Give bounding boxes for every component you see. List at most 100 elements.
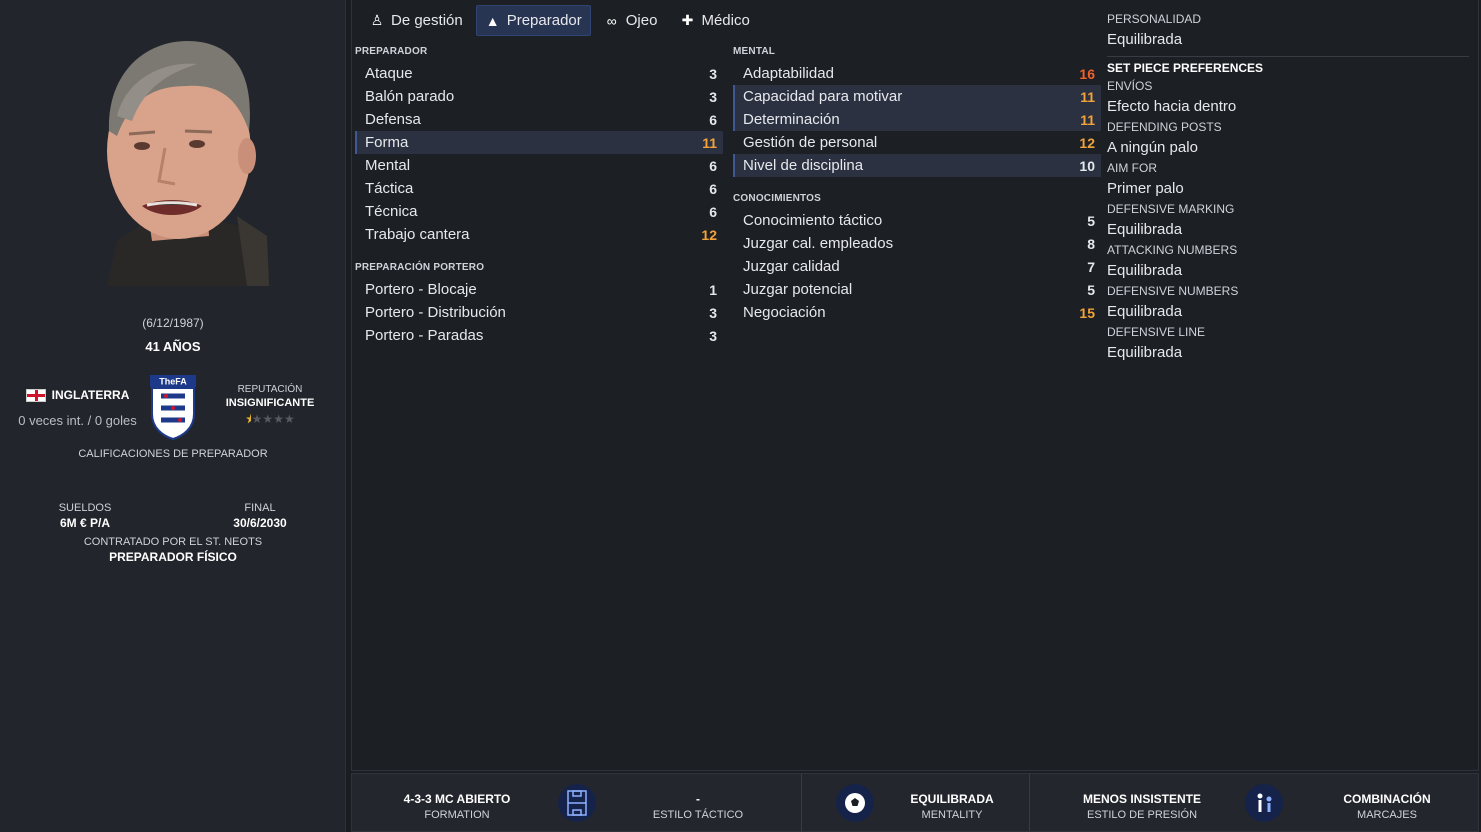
contract-club[interactable]: CONTRATADO POR EL ST. NEOTS — [0, 536, 346, 548]
attribute-row[interactable]: Ataque 3 — [355, 62, 723, 85]
star-icon: ★ — [262, 412, 274, 426]
set-piece-value[interactable]: Efecto hacia dentro — [1107, 95, 1469, 118]
wage: SUELDOS 6M € P/A — [35, 502, 135, 530]
attribute-row[interactable]: Mental 6 — [355, 154, 723, 177]
attribute-row[interactable]: Determinación 11 — [733, 108, 1101, 131]
pitch-icon — [558, 784, 596, 822]
medical-kit-icon: ✚ — [681, 12, 694, 28]
binoculars-icon: ∞ — [606, 12, 617, 29]
england-flag-icon — [25, 388, 46, 402]
attribute-label: Trabajo cantera — [365, 226, 470, 243]
attribute-row[interactable]: Técnica 6 — [355, 200, 723, 223]
pressing-style-label: ESTILO DE PRESIÓN — [1086, 809, 1198, 821]
star-icon: ★ — [251, 412, 263, 426]
svg-text:TheFA: TheFA — [159, 377, 187, 387]
attribute-value: 3 — [709, 65, 717, 82]
pressing-style[interactable]: MENOS INSISTENTE ESTILO DE PRESIÓN — [1062, 792, 1222, 832]
marking-icon — [1245, 784, 1283, 822]
attribute-label: Capacidad para motivar — [743, 88, 903, 105]
attribute-value: 5 — [1087, 281, 1095, 298]
nation-name: INGLATERRA — [51, 388, 130, 402]
mentality[interactable]: EQUILIBRADA MENTALITY — [882, 792, 1022, 832]
attribute-value: 6 — [709, 157, 717, 174]
attributes-panel: ♙ De gestión ▲ Preparador ∞ Ojeo ✚ Médic… — [351, 0, 1479, 771]
set-piece-label: ATTACKING NUMBERS — [1107, 243, 1238, 257]
attribute-label: Técnica — [365, 203, 418, 220]
ratings-label[interactable]: CALIFICACIONES DE PREPARADOR — [0, 448, 346, 460]
gk-coaching-heading: PREPARACIÓN PORTERO — [355, 262, 485, 273]
attribute-row[interactable]: Nivel de disciplina 10 — [733, 154, 1101, 177]
attribute-row[interactable]: Forma 11 — [355, 131, 723, 154]
attribute-value: 11 — [1080, 88, 1095, 105]
attribute-label: Mental — [365, 157, 411, 174]
marking[interactable]: COMBINACIÓN MARCAJES — [1312, 792, 1462, 832]
attribute-value: 6 — [709, 180, 717, 197]
set-piece-value[interactable]: Equilibrada — [1107, 300, 1469, 323]
attribute-value: 11 — [702, 134, 717, 151]
knowledge-heading: CONOCIMIENTOS — [733, 193, 821, 204]
profile-panel: (6/12/1987) 41 AÑOS INGLATERRA 0 veces i… — [0, 0, 346, 832]
coaching-attributes: Ataque 3 Balón parado 3 Defensa 6 Forma 11 Menta… — [355, 62, 723, 246]
reputation-value: INSIGNIFICANTE — [225, 397, 315, 409]
attribute-row[interactable]: Juzgar calidad 7 — [733, 255, 1101, 278]
attribute-row[interactable]: Juzgar cal. empleados 8 — [733, 232, 1101, 255]
attribute-label: Gestión de personal — [743, 134, 878, 151]
attribute-value: 12 — [1079, 134, 1095, 151]
attribute-row[interactable]: Trabajo cantera 12 — [355, 223, 723, 246]
marking-label: MARCAJES — [1357, 809, 1417, 821]
formation[interactable]: 4-3-3 MC ABIERTO FORMATION — [372, 792, 542, 832]
birth-date: (6/12/1987) — [142, 316, 204, 330]
tab-medico[interactable]: ✚ Médico — [670, 5, 758, 36]
age: 41 AÑOS — [145, 339, 201, 354]
attribute-label: Forma — [365, 134, 409, 151]
attribute-row[interactable]: Defensa 6 — [355, 108, 723, 131]
mentality-label: MENTALITY — [921, 809, 983, 821]
reputation-stars: ⯨★★★★ — [220, 410, 320, 431]
attribute-value: 8 — [1087, 235, 1095, 252]
mental-attributes: Adaptabilidad 16 Capacidad para motivar 11 D… — [733, 62, 1101, 177]
attribute-label: Portero - Blocaje — [365, 281, 477, 298]
tab-preparador[interactable]: ▲ Preparador — [475, 5, 591, 36]
tab-ojeo[interactable]: ∞ Ojeo — [595, 5, 667, 36]
reputation[interactable]: REPUTACIÓN INSIGNIFICANTE ⯨★★★★ — [220, 384, 320, 431]
tab-de-gestion[interactable]: ♙ De gestión — [360, 5, 472, 36]
national-team-crest-icon[interactable]: TheFA — [149, 374, 197, 441]
attribute-row[interactable]: Conocimiento táctico 5 — [733, 209, 1101, 232]
attribute-row[interactable]: Portero - Paradas 3 — [355, 324, 723, 347]
attribute-label: Adaptabilidad — [743, 65, 834, 82]
nationality[interactable]: INGLATERRA 0 veces int. / 0 goles — [10, 388, 145, 428]
attribute-row[interactable]: Balón parado 3 — [355, 85, 723, 108]
attribute-label: Juzgar potencial — [743, 281, 853, 298]
set-piece-value[interactable]: Equilibrada — [1107, 341, 1469, 364]
set-piece-value[interactable]: Primer palo — [1107, 177, 1469, 200]
set-piece-value[interactable]: Equilibrada — [1107, 218, 1469, 241]
set-piece-value[interactable]: Equilibrada — [1107, 259, 1469, 282]
gk-coaching-attributes: Portero - Blocaje 1 Portero - Distribución… — [355, 278, 723, 347]
attribute-row[interactable]: Juzgar potencial 5 — [733, 278, 1101, 301]
divider — [1029, 774, 1030, 831]
attribute-label: Táctica — [365, 180, 414, 197]
marking-value: COMBINACIÓN — [1343, 792, 1431, 806]
tab-bar: ♙ De gestión ▲ Preparador ∞ Ojeo ✚ Médic… — [360, 5, 759, 36]
international-caps: 0 veces int. / 0 goles — [18, 412, 137, 428]
attribute-row[interactable]: Portero - Blocaje 1 — [355, 278, 723, 301]
attribute-value: 12 — [701, 226, 717, 243]
attribute-row[interactable]: Gestión de personal 12 — [733, 131, 1101, 154]
set-piece-label: DEFENSIVE NUMBERS — [1107, 284, 1239, 298]
set-piece-value[interactable]: A ningún palo — [1107, 136, 1469, 159]
attribute-row[interactable]: Capacidad para motivar 11 — [733, 85, 1101, 108]
attribute-row[interactable]: Táctica 6 — [355, 177, 723, 200]
ball-icon — [836, 784, 874, 822]
contract-end-label: FINAL — [244, 502, 276, 514]
attribute-value: 3 — [709, 304, 717, 321]
wage-label: SUELDOS — [58, 502, 112, 514]
attribute-label: Conocimiento táctico — [743, 212, 883, 229]
attribute-value: 15 — [1079, 304, 1095, 321]
attribute-row[interactable]: Adaptabilidad 16 — [733, 62, 1101, 85]
tactical-style[interactable]: - ESTILO TÁCTICO — [618, 792, 778, 832]
mental-heading: MENTAL — [733, 46, 776, 57]
attribute-value: 5 — [1087, 212, 1095, 229]
attribute-row[interactable]: Portero - Distribución 3 — [355, 301, 723, 324]
personality-value[interactable]: Equilibrada — [1107, 28, 1469, 51]
attribute-row[interactable]: Negociación 15 — [733, 301, 1101, 324]
